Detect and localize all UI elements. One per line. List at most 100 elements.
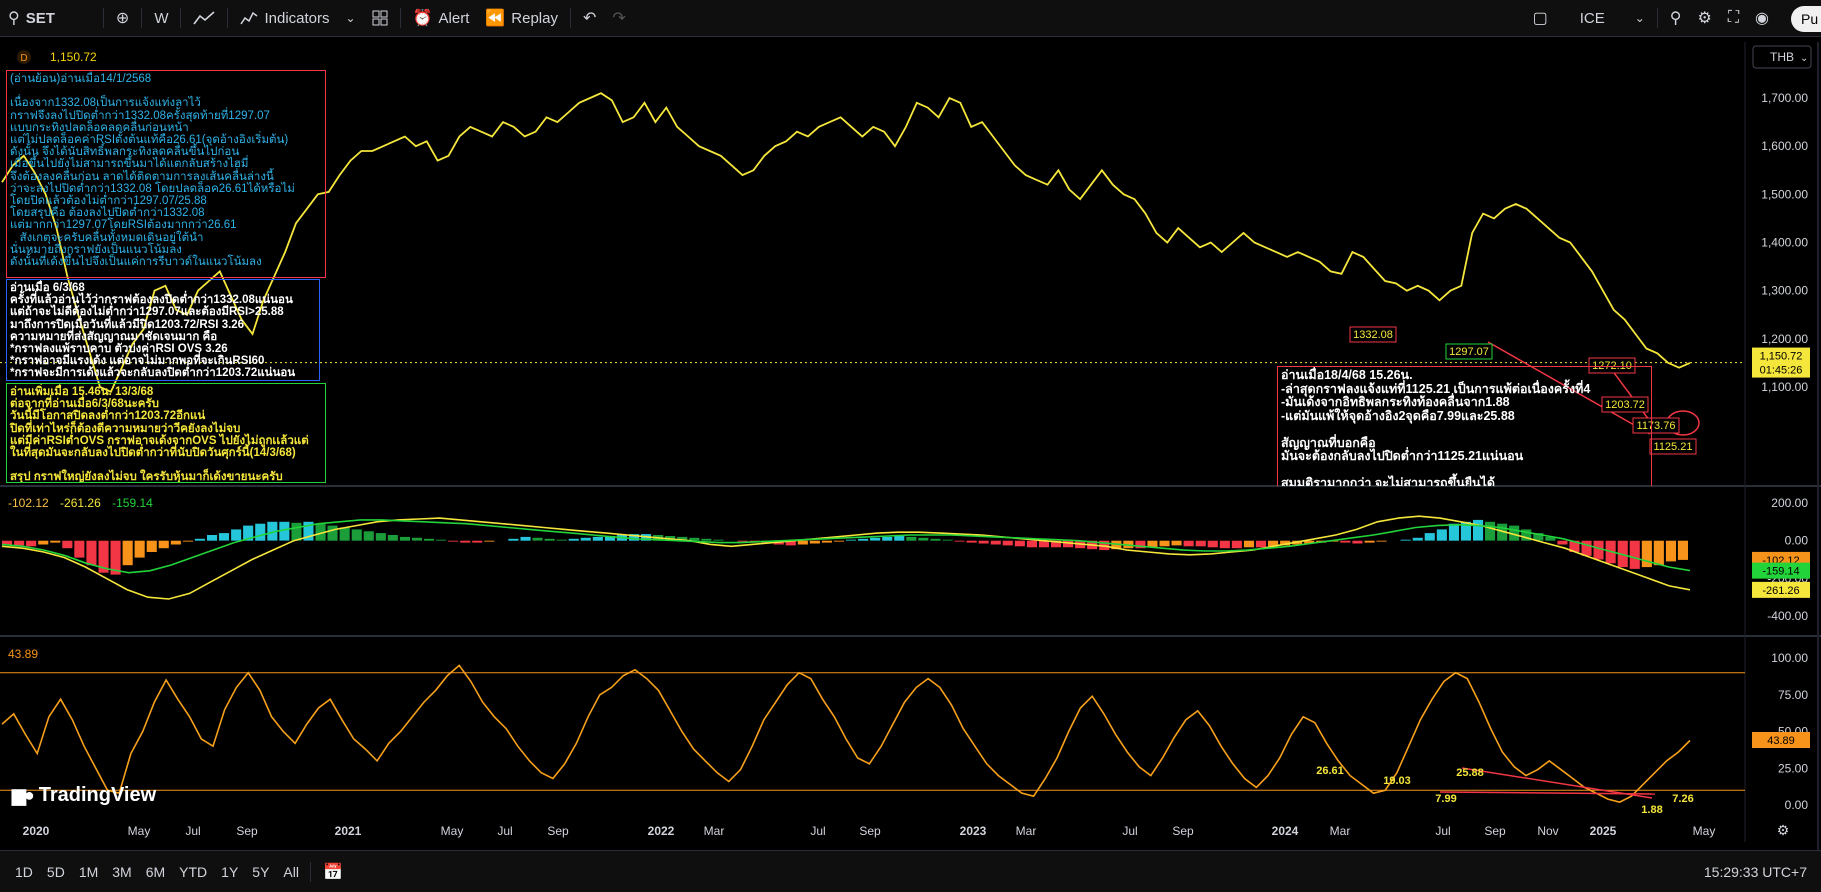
macd-legend-value: -102.12 [8, 496, 49, 510]
search-icon: ⚲ [8, 10, 20, 27]
rsi-legend-value: 43.89 [8, 647, 38, 661]
snapshot-button[interactable]: ◉ [1747, 0, 1777, 36]
macd-histogram-bar [580, 537, 591, 541]
exchange-selector[interactable]: ICE ⌄ [1572, 0, 1653, 36]
clock-display[interactable]: 15:29:33 UTC+7 [1696, 864, 1821, 880]
tradingview-logo[interactable]: ▆● TradingView [12, 784, 156, 807]
time-axis-label: Sep [1172, 824, 1194, 838]
macd-axis-label: -400.00 [1767, 609, 1808, 623]
macd-histogram-bar [146, 540, 157, 552]
date-range-button[interactable]: 📅 [315, 862, 351, 882]
interval-button[interactable]: W [146, 0, 176, 36]
macd-histogram-bar [713, 539, 724, 541]
macd-histogram-bar [833, 540, 844, 542]
settings-button[interactable]: ⚙ [1689, 0, 1719, 36]
layout-button[interactable]: ▢ [1525, 0, 1556, 36]
currency-label[interactable]: THB [1770, 50, 1794, 64]
macd-legend-value: -159.14 [112, 496, 153, 510]
macd-histogram-bar [134, 540, 145, 558]
right-note[interactable]: อ่านเมื่อ18/4/68 15.26น. -ล่าสุดกราฟลงแจ… [1277, 366, 1652, 486]
macd-histogram-bar [1014, 540, 1025, 547]
indicators-button[interactable]: Indicators ⌄ [232, 0, 363, 36]
macd-histogram-bar [508, 538, 519, 541]
time-axis-label: Jul [1122, 824, 1137, 838]
macd-histogram-bar [556, 539, 567, 541]
chart-type-button[interactable] [185, 0, 223, 36]
divider [102, 8, 104, 28]
quick-search-button[interactable]: ⚲ [1662, 0, 1690, 36]
time-axis-label: Jul [497, 824, 512, 838]
macd-badges: -102.12-159.14-261.26 [1752, 551, 1810, 598]
rsi-axis-label: 0.00 [1785, 798, 1809, 812]
macd-histogram-bar [1340, 540, 1351, 543]
price-label: 1125.21 [1654, 441, 1693, 453]
rsi-axis-label: 25.00 [1778, 761, 1808, 775]
macd-histogram-bar [1207, 540, 1218, 548]
fullscreen-button[interactable]: ⛶ [1720, 0, 1747, 36]
blue-note[interactable]: อ่านเมื่อ 6/3/68 ครั้งที่แล้วอ่านไว้ว่าก… [6, 279, 320, 381]
divider [180, 8, 182, 28]
macd-histogram-bar [1677, 540, 1688, 560]
macd-histogram-bar [1376, 540, 1387, 542]
rewind-icon: ⏪ [485, 10, 506, 27]
compare-button[interactable]: ⊕ [108, 0, 137, 36]
timeframe-button-1d[interactable]: 1D [8, 864, 40, 880]
timeframe-button-3m[interactable]: 3M [105, 864, 138, 880]
macd-histogram-bar [1629, 540, 1640, 569]
chevron-down-icon: ⌄ [345, 11, 356, 25]
replay-label: Replay [511, 9, 558, 27]
legend-price: 1,150.72 [50, 50, 97, 64]
macd-histogram-bar [1641, 540, 1652, 568]
rsi-axis[interactable]: 100.0075.0050.0025.000.00 [1771, 651, 1808, 812]
macd-histogram-bar [194, 538, 205, 541]
time-axis-label: Mar [1330, 824, 1351, 838]
undo-button[interactable]: ↶ [575, 0, 604, 36]
time-axis-label: May [1693, 824, 1716, 838]
macd-histogram-bar [351, 529, 362, 541]
macd-axis-label: 0.00 [1785, 534, 1809, 548]
rsi-line [1, 664, 1691, 803]
macd-histogram-bar [1593, 540, 1604, 560]
timeframe-button-ytd[interactable]: YTD [172, 864, 214, 880]
timeframe-button-5d[interactable]: 5D [40, 864, 72, 880]
macd-histogram-bar [520, 536, 531, 541]
rsi-axis-label: 75.00 [1778, 688, 1808, 702]
macd-histogram-bar [918, 537, 929, 541]
timeframe-button-5y[interactable]: 5Y [245, 864, 276, 880]
alert-button[interactable]: ⏰ Alert [405, 0, 478, 36]
replay-button[interactable]: ⏪ Replay [477, 0, 566, 36]
timeframe-button-6m[interactable]: 6M [139, 864, 172, 880]
macd-histogram-bar [1485, 521, 1496, 541]
templates-button[interactable] [364, 0, 396, 36]
macd-histogram-bar [1063, 540, 1074, 548]
timeframe-button-all[interactable]: All [276, 864, 306, 880]
macd-histogram-bar [592, 536, 603, 541]
divider [399, 8, 401, 28]
macd-badge: -159.14 [1762, 566, 1799, 578]
publish-button[interactable]: Pu [1791, 6, 1821, 32]
macd-legend: -102.12 -261.26 -159.14 [8, 496, 153, 510]
macd-histogram-bar [1448, 523, 1459, 541]
red-note[interactable]: (อ่านย้อน)อ่านเมื่อ14/1/2568 เนื่องจาก13… [6, 70, 326, 278]
macd-histogram-bar [460, 540, 471, 543]
price-axis-label: 1,100.00 [1761, 380, 1808, 394]
divider [141, 8, 143, 28]
timeframe-button-1m[interactable]: 1M [72, 864, 105, 880]
rsi-trendline[interactable] [1439, 791, 1656, 795]
rsi-label: 25.88 [1456, 767, 1484, 779]
green-note[interactable]: อ่านเพิ่มเมื่อ 15.46น. 13/3/68 ต่อจากที่… [6, 383, 326, 483]
symbol-search[interactable]: ⚲ SET [0, 0, 63, 36]
macd-histogram-bar [327, 525, 338, 541]
gear-icon[interactable]: ⚙ [1777, 822, 1790, 838]
time-axis[interactable]: 2020 May Jul Sep 2021 May Jul Sep 2022 Mar Jul Sep 2… [23, 824, 1716, 838]
macd-histogram-bar [568, 538, 579, 541]
macd-histogram-bar [821, 540, 832, 543]
time-axis-label: 2022 [648, 824, 675, 838]
timeframe-button-1y[interactable]: 1Y [214, 864, 245, 880]
macd-histogram-bar [207, 535, 218, 541]
macd-histogram-bar [797, 540, 808, 545]
time-axis-label: 2023 [960, 824, 987, 838]
redo-button[interactable]: ↷ [604, 0, 633, 36]
divider [227, 8, 229, 28]
macd-histogram-bar [930, 538, 941, 541]
